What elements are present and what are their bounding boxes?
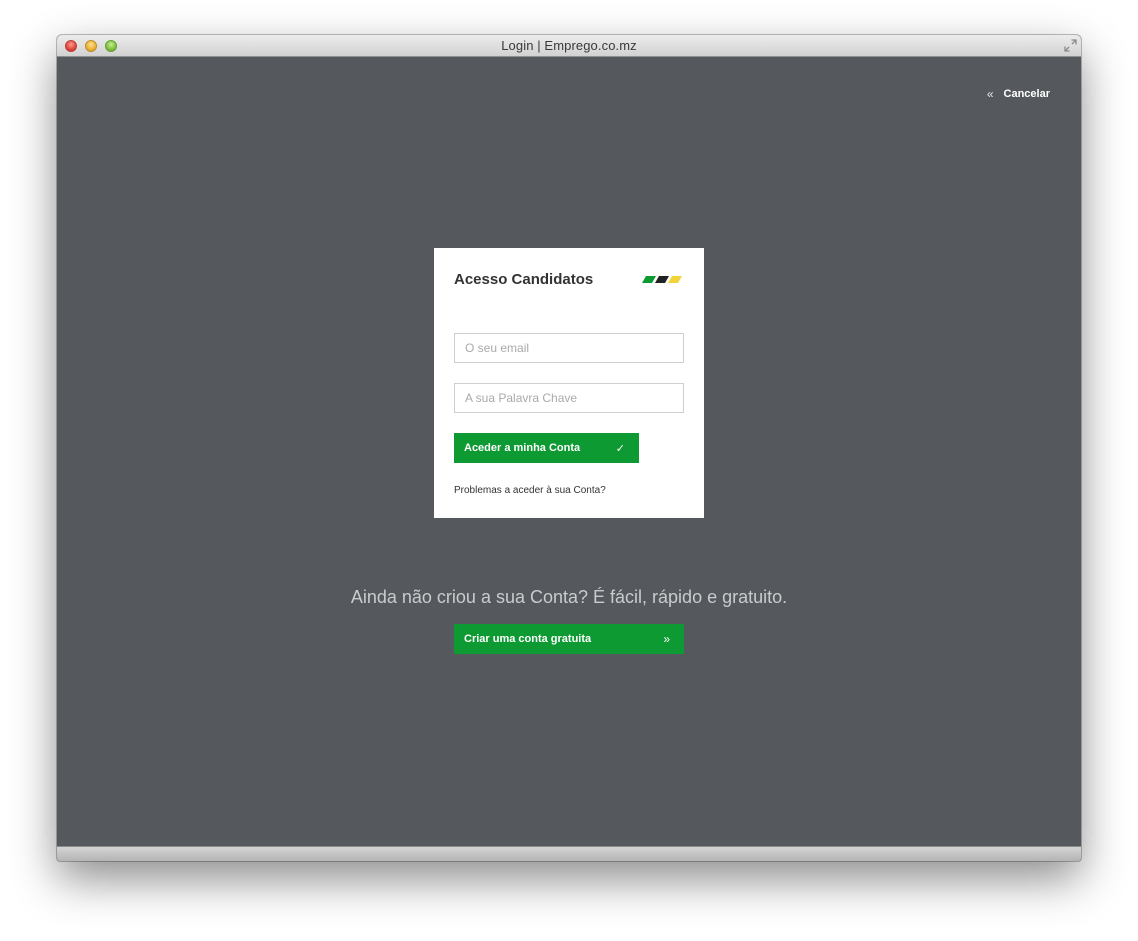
login-card: Acesso Candidatos Aceder a minha Conta ✓… bbox=[434, 248, 704, 518]
title-bar: Login | Emprego.co.mz bbox=[57, 35, 1081, 57]
password-field[interactable] bbox=[454, 383, 684, 413]
trouble-login-link[interactable]: Problemas a aceder à sua Conta? bbox=[454, 485, 606, 496]
brand-logo-icon bbox=[642, 276, 682, 283]
chevron-double-right-icon: » bbox=[663, 632, 670, 646]
cancel-link[interactable]: « Cancelar bbox=[987, 87, 1050, 101]
create-account-label: Criar uma conta gratuita bbox=[464, 633, 592, 645]
login-card-title: Acesso Candidatos bbox=[454, 271, 594, 288]
login-button[interactable]: Aceder a minha Conta ✓ bbox=[454, 433, 639, 463]
cancel-label: Cancelar bbox=[1003, 88, 1050, 100]
page-content: « Cancelar Acesso Candidatos Aceder a mi… bbox=[57, 57, 1081, 846]
check-icon: ✓ bbox=[615, 442, 625, 455]
chevron-double-left-icon: « bbox=[986, 87, 994, 101]
signup-promo-text: Ainda não criou a sua Conta? É fácil, rá… bbox=[350, 587, 788, 607]
status-bar bbox=[57, 846, 1081, 861]
window-title: Login | Emprego.co.mz bbox=[501, 38, 637, 53]
email-field[interactable] bbox=[454, 333, 684, 363]
login-button-label: Aceder a minha Conta bbox=[464, 442, 581, 454]
create-account-button[interactable]: Criar uma conta gratuita » bbox=[454, 624, 684, 654]
fullscreen-icon[interactable] bbox=[1064, 39, 1077, 52]
browser-window: Login | Emprego.co.mz « Cancelar Acesso … bbox=[57, 35, 1081, 861]
